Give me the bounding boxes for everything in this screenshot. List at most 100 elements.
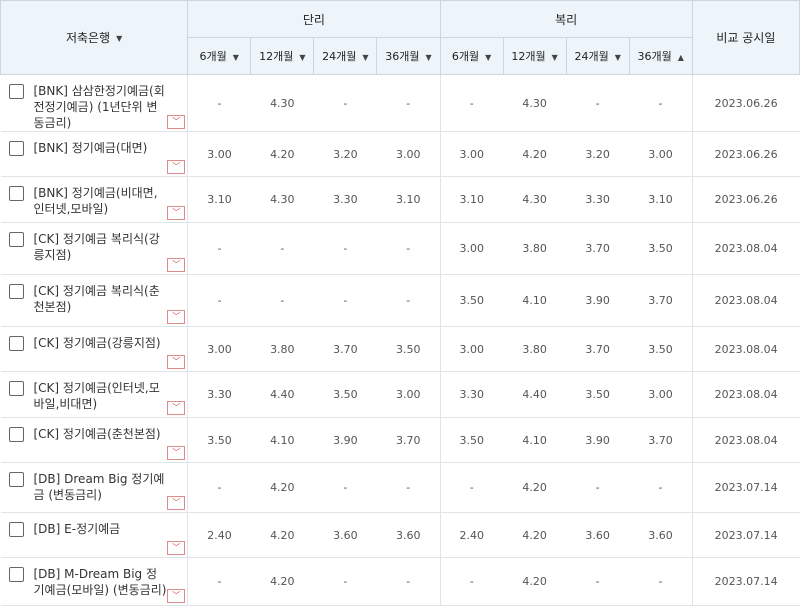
simple-rate-cell: 3.50 <box>376 326 440 372</box>
simple-rate-cell: - <box>187 274 251 327</box>
table-row: [BNK] 삼삼한정기예금(회전정기예금) (1년단위 변동금리) ﹀ -4.30-… <box>0 74 800 132</box>
compound-rate-cell: 3.00 <box>439 222 504 275</box>
compound-6m-header[interactable]: 6개월 ▼ <box>439 37 504 75</box>
product-name: [CK] 정기예금(강릉지점) <box>33 336 161 350</box>
compound-rate-cell: - <box>629 74 693 132</box>
simple-12m-header[interactable]: 12개월 ▼ <box>250 37 315 75</box>
expand-chevron-icon[interactable]: ﹀ <box>167 160 186 174</box>
simple-rate-cell: - <box>250 274 314 327</box>
table-row: [CK] 정기예금 복리식(강릉지점) ﹀ - - - -3.00 3.80 3.70 3.50… <box>0 222 800 275</box>
simple-rate-cell: 4.20 <box>250 131 314 177</box>
compound-rate-cell: 3.50 <box>629 222 693 275</box>
disclosure-date-cell: 2023.06.26 <box>691 176 800 223</box>
expand-chevron-icon[interactable]: ﹀ <box>167 541 186 555</box>
select-checkbox[interactable] <box>8 472 24 487</box>
compound-interest-header: 복리 <box>439 0 693 38</box>
simple-rate-cell: 4.20 <box>250 462 314 513</box>
product-name-cell: [CK] 정기예금 복리식(춘천본점) ﹀ <box>0 274 189 327</box>
simple-6m-header[interactable]: 6개월 ▼ <box>187 37 252 75</box>
simple-rate-cell: 3.00 <box>187 131 251 177</box>
compound-rate-cell: 3.30 <box>566 176 630 223</box>
compound-rate-cell: 3.50 <box>439 274 504 327</box>
simple-36m-header[interactable]: 36개월 ▼ <box>376 37 441 75</box>
select-checkbox[interactable] <box>8 427 24 442</box>
table-row: [CK] 정기예금(춘천본점) ﹀ 3.50 4.10 3.90 3.70 3.50 4.10… <box>0 417 800 463</box>
compound-rate-cell: 3.70 <box>566 326 630 372</box>
simple-rate-cell: - <box>313 274 377 327</box>
expand-chevron-icon[interactable]: ﹀ <box>167 446 186 460</box>
compound-36m-header[interactable]: 36개월 ▲ <box>628 37 693 75</box>
simple-rate-cell: 3.70 <box>376 417 440 463</box>
compound-rate-cell: 3.90 <box>566 274 630 327</box>
compound-rate-cell: 2.40 <box>439 512 504 558</box>
table-row: [DB] E-정기예금 ﹀ 2.40 4.20 3.60 3.60 2.40 4.20 3.60… <box>0 512 800 558</box>
simple-rate-cell: - <box>376 274 440 327</box>
simple-rate-cell: 3.00 <box>376 131 440 177</box>
select-checkbox[interactable] <box>8 522 24 537</box>
product-name-cell: [DB] M-Dream Big 정기예금(모바일) (변동금리) ﹀ <box>0 557 189 606</box>
simple-rate-cell: 4.10 <box>250 417 314 463</box>
compound-rate-cell: 3.30 <box>439 371 504 418</box>
product-name-cell: [CK] 정기예금(춘천본점) ﹀ <box>0 417 189 463</box>
expand-chevron-icon[interactable]: ﹀ <box>167 115 186 129</box>
simple-rate-cell: 3.60 <box>313 512 377 558</box>
product-name: [CK] 정기예금(춘천본점) <box>33 427 161 441</box>
expand-chevron-icon[interactable]: ﹀ <box>167 401 186 415</box>
compound-rate-cell: 3.50 <box>439 417 504 463</box>
simple-rate-cell: - <box>313 222 377 275</box>
expand-chevron-icon[interactable]: ﹀ <box>167 589 186 603</box>
compound-rate-cell: - <box>566 462 630 513</box>
product-name-wrap: [CK] 정기예금 복리식(춘천본점) <box>1 275 188 315</box>
compound-rate-cell: - <box>566 74 630 132</box>
expand-chevron-icon[interactable]: ﹀ <box>167 206 186 220</box>
product-name-wrap: [BNK] 삼삼한정기예금(회전정기예금) (1년단위 변동금리) <box>1 75 188 131</box>
compound-rate-cell: 4.20 <box>503 131 567 177</box>
compound-rate-cell: 3.60 <box>629 512 693 558</box>
select-checkbox[interactable] <box>8 84 24 99</box>
disclosure-date-cell: 2023.08.04 <box>691 417 800 463</box>
simple-rate-cell: 4.30 <box>250 176 314 223</box>
simple-rate-cell: - <box>313 557 377 606</box>
product-name-wrap: [DB] Dream Big 정기예금 (변동금리) <box>1 463 188 503</box>
product-name-cell: [BNK] 정기예금(비대면,인터넷,모바일) ﹀ <box>0 176 189 223</box>
compound-rate-cell: 3.00 <box>439 131 504 177</box>
select-checkbox[interactable] <box>8 381 24 396</box>
simple-rate-cell: 3.30 <box>187 371 251 418</box>
product-name-cell: [DB] Dream Big 정기예금 (변동금리) ﹀ <box>0 462 189 513</box>
simple-rate-cell: 3.00 <box>187 326 251 372</box>
simple-rate-cell: 3.70 <box>313 326 377 372</box>
select-checkbox[interactable] <box>8 186 24 201</box>
compound-rate-cell: 4.10 <box>503 417 567 463</box>
table-row: [CK] 정기예금(강릉지점) ﹀ 3.00 3.80 3.70 3.50 3.00 3.80… <box>0 326 800 372</box>
compound-rate-cell: - <box>439 557 504 606</box>
simple-rate-cell: - <box>187 74 251 132</box>
select-checkbox[interactable] <box>8 336 24 351</box>
expand-chevron-icon[interactable]: ﹀ <box>167 355 186 369</box>
simple-rate-cell: - <box>376 222 440 275</box>
compound-rate-cell: 4.30 <box>503 74 567 132</box>
select-checkbox[interactable] <box>8 567 24 582</box>
table-row: [DB] Dream Big 정기예금 (변동금리) ﹀ -4.20- - -4.20-… <box>0 462 800 513</box>
compound-12m-header[interactable]: 12개월 ▼ <box>502 37 567 75</box>
select-checkbox[interactable] <box>8 141 24 156</box>
simple-rate-cell: - <box>187 462 251 513</box>
product-name-cell: [CK] 정기예금 복리식(강릉지점) ﹀ <box>0 222 189 275</box>
compound-rate-cell: 3.70 <box>566 222 630 275</box>
compound-rate-cell: 3.00 <box>629 371 693 418</box>
disclosure-date-cell: 2023.08.04 <box>691 222 800 275</box>
product-name: [BNK] 정기예금(비대면,인터넷,모바일) <box>33 186 158 216</box>
bank-column-header[interactable]: 저축은행 ▼ <box>0 0 189 75</box>
select-checkbox[interactable] <box>8 284 24 299</box>
product-name: [DB] Dream Big 정기예금 (변동금리) <box>33 472 165 502</box>
product-name: [CK] 정기예금 복리식(춘천본점) <box>33 284 160 314</box>
expand-chevron-icon[interactable]: ﹀ <box>167 310 186 324</box>
disclosure-date-cell: 2023.07.14 <box>691 462 800 513</box>
product-name: [BNK] 정기예금(대면) <box>33 141 148 155</box>
product-name-cell: [BNK] 삼삼한정기예금(회전정기예금) (1년단위 변동금리) ﹀ <box>0 74 189 132</box>
expand-chevron-icon[interactable]: ﹀ <box>167 496 186 510</box>
product-name-cell: [DB] E-정기예금 ﹀ <box>0 512 189 558</box>
simple-24m-header[interactable]: 24개월 ▼ <box>313 37 378 75</box>
select-checkbox[interactable] <box>8 232 24 247</box>
expand-chevron-icon[interactable]: ﹀ <box>167 258 186 272</box>
compound-24m-header[interactable]: 24개월 ▼ <box>565 37 630 75</box>
